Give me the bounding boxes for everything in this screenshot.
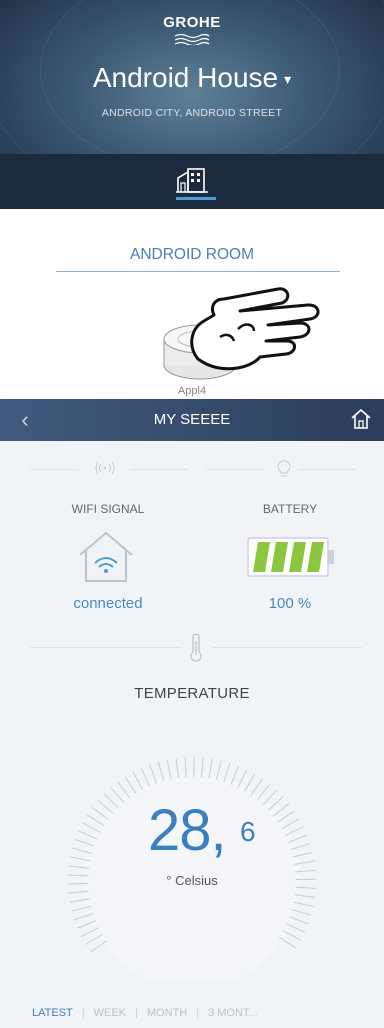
period-tabs: LATEST | WEEK | MONTH | 3 MONT... (32, 1007, 267, 1019)
gauge-tick (281, 818, 300, 830)
gauge-tick (262, 789, 277, 806)
screen-title: MY SEEEE (153, 411, 231, 428)
home-wifi-icon (79, 531, 133, 582)
divider (206, 469, 266, 470)
gauge-tick (279, 936, 297, 949)
gauge-tick (256, 784, 271, 801)
gauge-tick (91, 807, 109, 820)
divider (298, 469, 356, 470)
chevron-down-icon: ▾ (284, 71, 292, 88)
temperature-integer: 28, (148, 798, 227, 863)
battery-label: BATTERY (262, 502, 318, 516)
building-icon[interactable] (176, 166, 208, 194)
wifi-signal-icon (95, 461, 115, 475)
gauge-tick (285, 826, 304, 836)
gauge-tick (140, 767, 150, 787)
house-tabbar (0, 154, 384, 209)
gauge-tick (90, 940, 108, 953)
divider (130, 469, 188, 470)
house-header: GROHE Android House ▾ ANDROID CITY, ANDRO… (0, 0, 384, 209)
house-address: ANDROID CITY, ANDROID STREET (101, 107, 283, 119)
device-content: WIFI SIGNAL connected BATTERY 100 % TEMP… (0, 441, 384, 1028)
gauge-tick (272, 803, 290, 817)
gauge-tick (286, 923, 306, 933)
room-section: ANDROID ROOM Appl4 (0, 209, 384, 399)
gauge-tick (103, 793, 119, 809)
gauge-tick (85, 933, 103, 945)
gauge-tick (78, 830, 98, 840)
device-label: Appl4 (177, 385, 207, 397)
tab-week[interactable]: WEEK (85, 1007, 135, 1019)
temperature-unit: ° Celsius (166, 873, 218, 888)
temperature-decimal: 6 (240, 816, 256, 847)
gauge-tick (250, 778, 263, 796)
wifi-label: WIFI SIGNAL (71, 502, 145, 516)
brand-waves-icon (174, 33, 210, 45)
house-name: Android House (92, 62, 279, 93)
tap-hand-icon (190, 287, 320, 371)
tab-3-months[interactable]: 3 MONT... (199, 1007, 267, 1019)
tab-month[interactable]: MONTH (138, 1007, 196, 1019)
thermometer-icon (190, 634, 202, 662)
gauge-tick (230, 765, 239, 785)
home-icon[interactable] (350, 408, 372, 430)
tab-latest[interactable]: LATEST (32, 1007, 82, 1019)
tab-active-indicator (176, 197, 216, 200)
gauge-tick (277, 810, 295, 823)
device-header: ‹ MY SEEEE (0, 399, 384, 441)
gauge-tick (80, 927, 100, 937)
divider (30, 647, 182, 648)
gauge-tick (86, 814, 105, 827)
battery-icon (247, 537, 334, 577)
gauge-tick (132, 771, 143, 790)
gauge-tick (283, 930, 302, 941)
gauge-tick (124, 776, 137, 794)
divider (212, 647, 362, 648)
gauge-tick (77, 920, 97, 929)
gauge-tick (82, 822, 101, 833)
divider (30, 469, 78, 470)
wifi-status: connected (73, 595, 143, 612)
gauge-tick (244, 773, 256, 792)
gauge-tick (97, 799, 114, 814)
gauge-tick (237, 769, 248, 788)
gauge-tick (267, 796, 284, 811)
gauge-tick (117, 781, 131, 799)
battery-value: 100 % (268, 595, 312, 612)
brand-logo: GROHE (163, 14, 221, 31)
house-selector[interactable]: Android House ▾ (0, 62, 384, 94)
gauge-tick (110, 787, 125, 803)
bulb-icon (277, 460, 291, 477)
temperature-label: TEMPERATURE (134, 685, 250, 702)
